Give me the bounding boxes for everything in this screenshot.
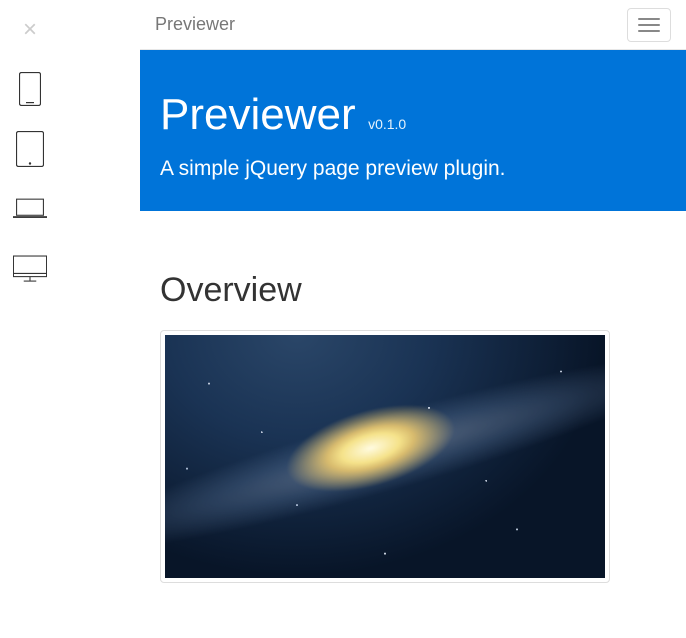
device-laptop-button[interactable]	[13, 192, 47, 226]
hamburger-icon	[638, 18, 660, 20]
navbar: Previewer	[140, 0, 686, 50]
menu-toggle[interactable]	[627, 8, 671, 42]
galaxy-image	[165, 335, 605, 578]
hero-version: v0.1.0	[368, 116, 406, 132]
device-sidebar: ×	[0, 0, 60, 638]
device-tablet-button[interactable]	[13, 132, 47, 166]
laptop-icon	[13, 197, 47, 221]
desktop-icon	[13, 254, 47, 284]
section-title: Overview	[160, 271, 666, 310]
device-phone-button[interactable]	[13, 72, 47, 106]
brand-link[interactable]: Previewer	[155, 14, 235, 35]
tablet-icon	[16, 131, 44, 167]
phone-icon	[19, 72, 41, 106]
hero-subtitle: A simple jQuery page preview plugin.	[160, 154, 666, 183]
close-icon[interactable]: ×	[23, 18, 37, 42]
main-content: Overview	[140, 211, 686, 603]
preview-thumbnail[interactable]	[160, 330, 610, 583]
hero-banner: Previewer v0.1.0 A simple jQuery page pr…	[140, 50, 686, 211]
device-desktop-button[interactable]	[13, 252, 47, 286]
preview-frame: Previewer Previewer v0.1.0 A simple jQue…	[140, 0, 686, 638]
hero-title: Previewer	[160, 90, 356, 140]
